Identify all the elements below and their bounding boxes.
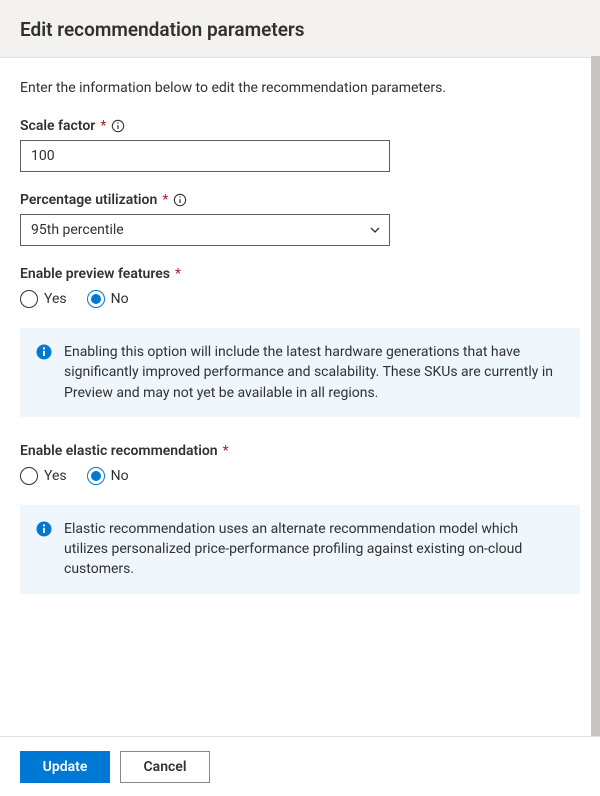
cancel-button[interactable]: Cancel <box>120 751 210 783</box>
required-indicator: * <box>162 192 168 208</box>
radio-icon <box>87 467 105 485</box>
update-button[interactable]: Update <box>20 751 110 783</box>
radio-label: No <box>111 468 129 484</box>
info-icon[interactable] <box>173 193 187 207</box>
enable-elastic-yes[interactable]: Yes <box>20 467 67 485</box>
field-percentage-utilization: Percentage utilization * <box>20 192 580 246</box>
required-indicator: * <box>175 266 181 282</box>
content-area: Enter the information below to edit the … <box>0 56 600 736</box>
page-title: Edit recommendation parameters <box>20 18 580 41</box>
footer: Update Cancel <box>0 736 600 796</box>
enable-elastic-label-row: Enable elastic recommendation * <box>20 443 580 459</box>
panel-header: Edit recommendation parameters <box>0 0 600 58</box>
enable-preview-no[interactable]: No <box>87 290 129 308</box>
scrollbar[interactable] <box>591 56 600 736</box>
radio-icon <box>20 467 38 485</box>
enable-elastic-radio-group: Yes No <box>20 467 580 485</box>
percentage-utilization-select-wrap[interactable] <box>20 214 390 246</box>
field-scale-factor: Scale factor * <box>20 118 580 172</box>
info-icon[interactable] <box>111 119 125 133</box>
radio-icon <box>87 290 105 308</box>
radio-icon <box>20 290 38 308</box>
enable-preview-yes[interactable]: Yes <box>20 290 67 308</box>
radio-label: No <box>111 291 129 307</box>
required-indicator: * <box>100 118 106 134</box>
enable-elastic-label: Enable elastic recommendation <box>20 443 218 459</box>
field-enable-elastic: Enable elastic recommendation * Yes No E… <box>20 443 580 594</box>
enable-elastic-no[interactable]: No <box>87 467 129 485</box>
info-icon <box>36 344 52 360</box>
enable-preview-info-text: Enabling this option will include the la… <box>64 342 564 403</box>
radio-label: Yes <box>44 468 67 484</box>
enable-elastic-info-box: Elastic recommendation uses an alternate… <box>20 505 580 594</box>
enable-preview-info-box: Enabling this option will include the la… <box>20 328 580 417</box>
enable-preview-radio-group: Yes No <box>20 290 580 308</box>
percentage-utilization-select[interactable] <box>20 214 390 246</box>
field-enable-preview: Enable preview features * Yes No Enablin… <box>20 266 580 417</box>
info-icon <box>36 521 52 537</box>
radio-label: Yes <box>44 291 67 307</box>
scale-factor-label: Scale factor <box>20 118 95 134</box>
enable-elastic-info-text: Elastic recommendation uses an alternate… <box>64 519 564 580</box>
scale-factor-label-row: Scale factor * <box>20 118 580 134</box>
required-indicator: * <box>223 443 229 459</box>
percentage-utilization-label-row: Percentage utilization * <box>20 192 580 208</box>
enable-preview-label: Enable preview features <box>20 266 170 282</box>
percentage-utilization-label: Percentage utilization <box>20 192 157 208</box>
scale-factor-input[interactable] <box>20 140 390 172</box>
enable-preview-label-row: Enable preview features * <box>20 266 580 282</box>
intro-text: Enter the information below to edit the … <box>20 80 580 96</box>
